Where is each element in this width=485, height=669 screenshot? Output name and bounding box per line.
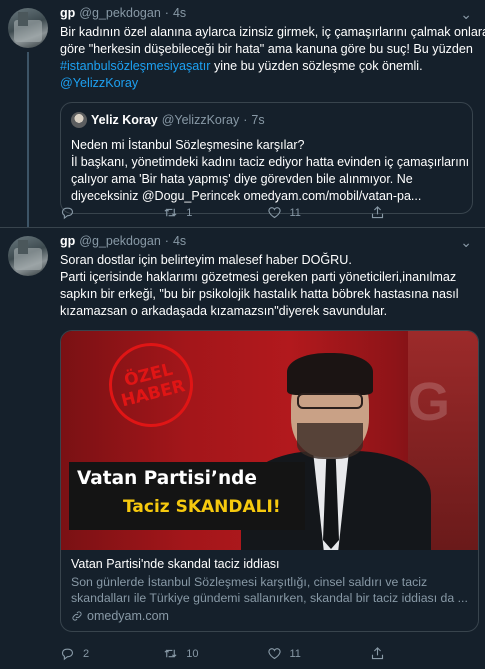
avatar[interactable] <box>8 8 48 48</box>
like-button[interactable]: 11 <box>267 205 370 220</box>
like-icon <box>267 207 281 219</box>
quoted-text-line: diyeceksiniz @Dogu_Perincek omedyam.com/… <box>71 189 422 203</box>
mention-link[interactable]: @YelizzKoray <box>60 76 138 90</box>
link-card-domain-text: omedyam.com <box>87 609 169 623</box>
banner-text: Taciz <box>123 497 176 517</box>
tweet-text-line: sapkın bir erkeği, "bu bir psikolojik ha… <box>60 287 459 301</box>
avatar[interactable] <box>8 236 48 276</box>
quoted-user-name: Yeliz Koray <box>91 113 158 127</box>
quoted-text-line: Neden mi İstanbul Sözleşmesine karşılar? <box>71 138 305 152</box>
user-name[interactable]: gp <box>60 6 75 20</box>
tweet[interactable]: ⌄ gp @g_pekdogan · 4s Bir kadının özel a… <box>0 0 485 228</box>
tweet-text-line: kızamazsan o arkadaşada kızamazsın"diyer… <box>60 304 388 318</box>
user-handle[interactable]: @g_pekdogan <box>79 234 161 248</box>
reply-count: 2 <box>83 647 90 660</box>
like-button[interactable]: 11 <box>267 646 370 661</box>
quoted-text-line: İl başkanı, yönetimdeki kadını taciz edi… <box>71 155 470 169</box>
person-beard <box>297 423 363 459</box>
user-name[interactable]: gp <box>60 234 75 248</box>
share-button[interactable] <box>370 646 473 661</box>
reply-icon <box>61 207 74 220</box>
retweet-button[interactable]: 10 <box>163 646 266 661</box>
separator-dot: · <box>243 113 248 127</box>
tweet-text-line: Soran dostlar için belirteyim malesef ha… <box>60 253 352 267</box>
thread-line <box>27 52 29 227</box>
tweet-text-line: göre "herkesin düşebileceği bir hata" am… <box>60 42 473 56</box>
retweet-count: 10 <box>186 647 199 660</box>
reply-button[interactable]: 2 <box>60 646 163 661</box>
like-count: 11 <box>289 206 301 219</box>
tweet[interactable]: ⌄ gp @g_pekdogan · 4s Soran dostlar için… <box>0 228 485 669</box>
quoted-tweet-text: Neden mi İstanbul Sözleşmesine karşılar?… <box>71 137 470 205</box>
retweet-icon <box>164 649 177 658</box>
tweet-text: Soran dostlar için belirteyim malesef ha… <box>60 252 473 320</box>
link-card[interactable]: G ÖZEL HABER Vatan Partisi’nde Taciz SKA… <box>60 330 479 632</box>
separator-dot: · <box>164 234 169 248</box>
quoted-tweet[interactable]: Yeliz Koray @YelizzKoray · 7s Neden mi İ… <box>60 102 473 214</box>
banner-line: Vatan Partisi’nde <box>77 468 257 489</box>
link-card-image[interactable]: G ÖZEL HABER Vatan Partisi’nde Taciz SKA… <box>61 331 478 550</box>
link-card-domain: omedyam.com <box>71 608 468 624</box>
more-icon[interactable]: ⌄ <box>460 6 473 23</box>
reply-button[interactable] <box>60 205 163 220</box>
share-button[interactable] <box>370 205 473 220</box>
timestamp[interactable]: 4s <box>173 6 186 20</box>
retweet-count: 1 <box>186 206 193 219</box>
tweet-header: gp @g_pekdogan · 4s <box>60 234 473 250</box>
link-card-description-line: Son günlerde İstanbul Sözleşmesi karşıtl… <box>71 575 428 589</box>
tweet-text-line: #istanbulsözleşmesiyaşatır yine bu yüzde… <box>60 58 473 75</box>
quoted-timestamp: 7s <box>251 113 265 127</box>
person-hair <box>287 353 373 395</box>
tweet-header: gp @g_pekdogan · 4s <box>60 6 473 22</box>
share-icon <box>371 647 383 660</box>
user-handle[interactable]: @g_pekdogan <box>79 6 161 20</box>
headline-banner: Vatan Partisi’nde Taciz SKANDALI! <box>69 462 305 530</box>
hashtag-link[interactable]: #istanbulsözleşmesiyaşatır <box>60 59 211 73</box>
person-glasses <box>297 393 363 409</box>
quoted-user-handle: @YelizzKoray <box>161 113 240 127</box>
link-card-description-line: skandalları ile Türkiye gündemi sallanır… <box>71 591 468 605</box>
share-icon <box>371 206 383 219</box>
timestamp[interactable]: 4s <box>173 234 186 248</box>
tweet-text: Bir kadının özel alanına aylarca izinsiz… <box>60 24 485 92</box>
like-icon <box>267 648 281 660</box>
retweet-icon <box>164 208 177 217</box>
banner-text: SKANDALI! <box>175 497 281 517</box>
tweet-actions: 1 11 <box>60 205 473 220</box>
tweet-text-line: Parti içerisinde haklarımı gözetmesi ger… <box>60 270 457 284</box>
tweet-text-fragment: yine bu yüzden sözleşme çok önemli. <box>210 59 423 73</box>
more-icon[interactable]: ⌄ <box>460 234 473 251</box>
link-icon <box>72 611 82 621</box>
like-count: 11 <box>289 647 301 660</box>
tweet-actions: 2 10 11 <box>60 646 473 661</box>
background-lettering: G <box>407 372 450 432</box>
link-card-body[interactable]: Vatan Partisi'nde skandal taciz iddiası … <box>61 550 478 631</box>
tweet-text-line: @YelizzKoray <box>60 75 473 92</box>
banner-line: Taciz SKANDALI! <box>123 497 305 517</box>
quoted-text-line: çalıyor ama 'Bir hata yapmış' diye görev… <box>71 172 413 186</box>
link-card-title: Vatan Partisi'nde skandal taciz iddiası <box>71 557 280 571</box>
retweet-button[interactable]: 1 <box>163 205 266 220</box>
quoted-tweet-header: Yeliz Koray @YelizzKoray · 7s <box>71 111 462 129</box>
tweet-text-line: Bir kadının özel alanına aylarca izinsiz… <box>60 25 485 39</box>
reply-icon <box>61 648 74 661</box>
exclusive-stamp: ÖZEL HABER <box>100 334 202 436</box>
quoted-avatar <box>71 112 87 128</box>
separator-dot: · <box>164 6 169 20</box>
link-card-description: Son günlerde İstanbul Sözleşmesi karşıtl… <box>71 574 468 606</box>
